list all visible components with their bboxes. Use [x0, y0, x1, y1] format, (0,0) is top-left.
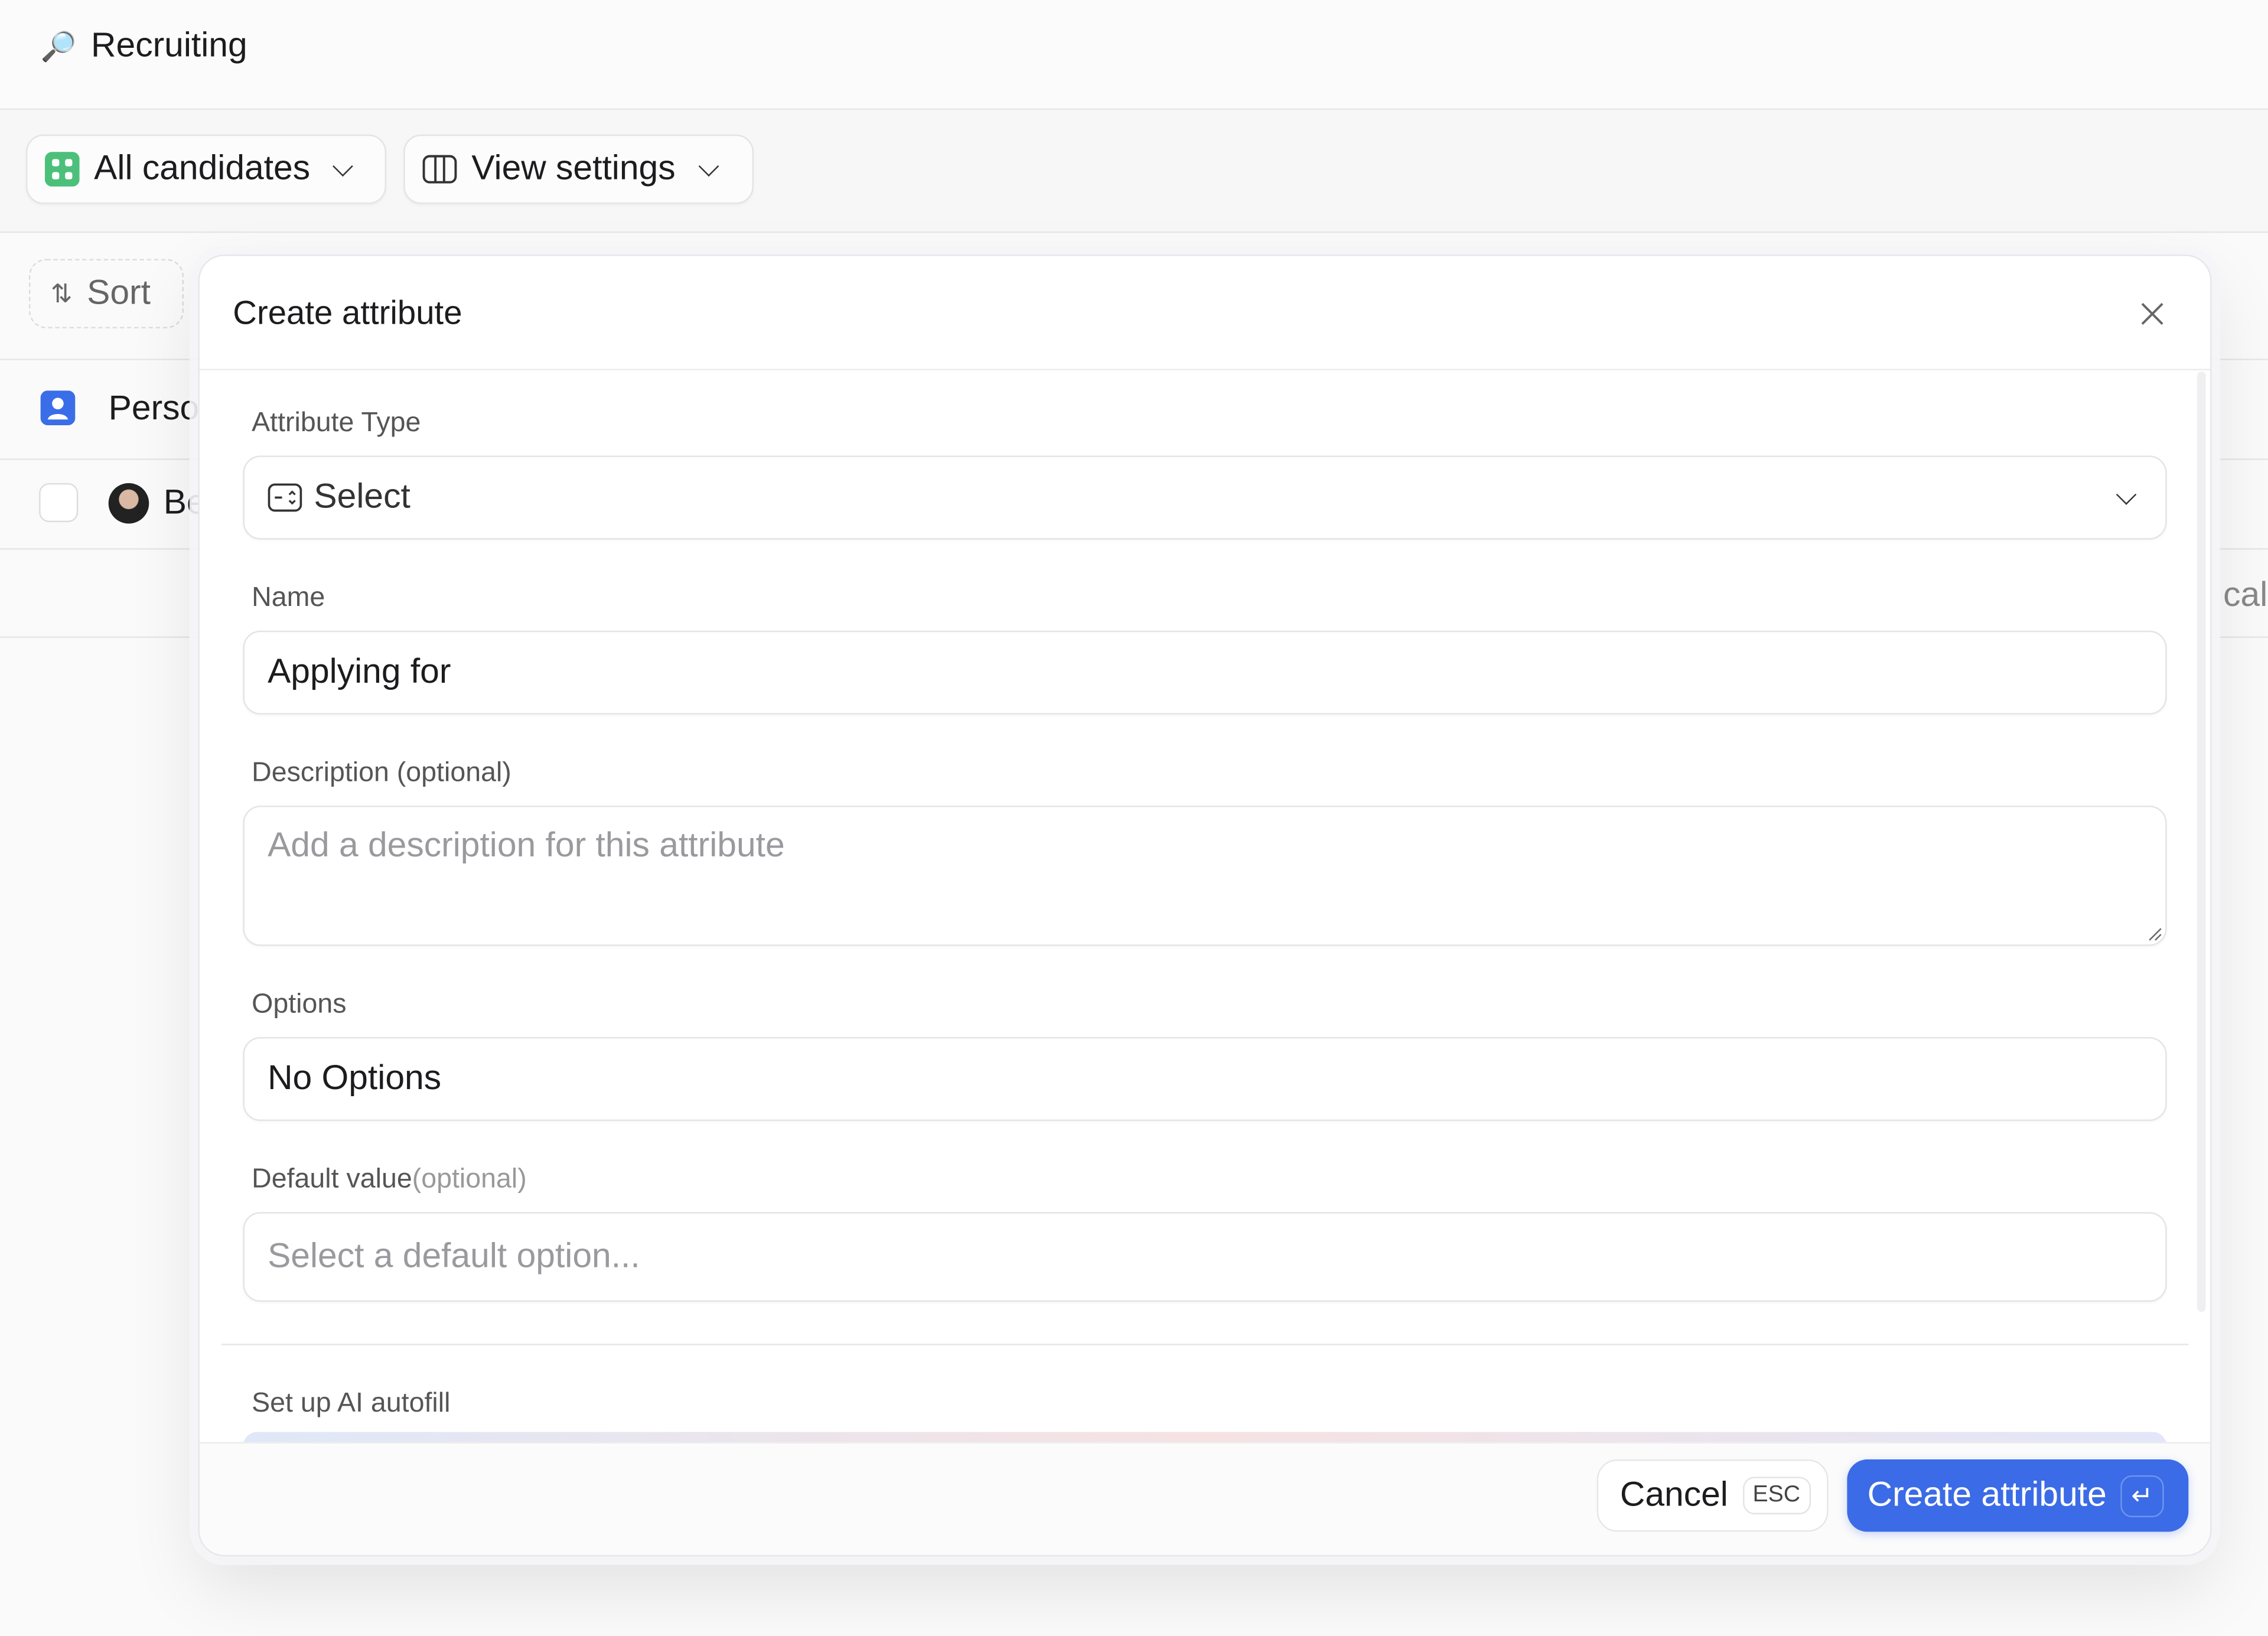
options-field[interactable]: No Options: [243, 1037, 2167, 1121]
row-checkbox[interactable]: [39, 483, 79, 523]
close-icon[interactable]: [2138, 299, 2167, 328]
sort-icon: ⇅: [50, 278, 73, 308]
view-settings-button[interactable]: View settings: [403, 134, 754, 204]
default-value-label: Default value(optional): [252, 1164, 527, 1196]
magnifier-icon: 🔎: [40, 31, 77, 63]
page-title-text: Recruiting: [91, 26, 247, 66]
resize-handle-icon[interactable]: [2145, 924, 2162, 941]
attribute-type-value: Select: [314, 477, 410, 517]
chevron-down-icon: [2116, 484, 2137, 504]
create-label: Create attribute: [1867, 1475, 2107, 1515]
view-settings-label: View settings: [471, 149, 676, 188]
default-placeholder: Select a default option...: [268, 1236, 640, 1276]
attribute-type-select[interactable]: Select: [243, 455, 2167, 540]
chevron-down-icon: [698, 155, 719, 176]
person-icon: [40, 390, 76, 426]
avatar: [108, 483, 149, 524]
group-label: Perso: [108, 389, 200, 428]
attribute-type-label: Attribute Type: [252, 408, 421, 439]
create-attribute-dialog: Create attribute Attribute Type Select N…: [198, 255, 2212, 1557]
options-value: No Options: [268, 1058, 442, 1098]
default-value-select[interactable]: Select a default option...: [243, 1212, 2167, 1302]
grid-icon: [44, 152, 80, 187]
columns-icon: [422, 155, 457, 184]
description-label: Description (optional): [252, 758, 511, 788]
page-title: 🔎 Recruiting: [41, 26, 247, 67]
enter-key-icon: ↵: [2121, 1474, 2163, 1517]
cancel-label: Cancel: [1619, 1475, 1728, 1515]
create-attribute-button[interactable]: Create attribute ↵: [1847, 1459, 2189, 1532]
sort-button[interactable]: ⇅ Sort: [28, 259, 184, 328]
view-selector[interactable]: All candidates: [26, 134, 386, 204]
description-textarea[interactable]: Add a description for this attribute: [243, 806, 2167, 946]
name-value: Applying for: [268, 652, 451, 692]
scrollbar[interactable]: [2197, 371, 2206, 1312]
background-text: cal: [2223, 575, 2268, 615]
view-label: All candidates: [94, 149, 311, 188]
default-label-text: Default value: [252, 1164, 412, 1195]
sort-label: Sort: [87, 273, 151, 312]
ai-autofill-label: Set up AI autofill: [252, 1389, 451, 1419]
esc-key-hint: ESC: [1742, 1477, 1811, 1515]
name-label: Name: [252, 582, 325, 614]
optional-hint: (optional): [412, 1164, 527, 1195]
divider: [221, 1344, 2189, 1345]
dialog-title: Create attribute: [233, 294, 462, 331]
chevron-down-icon: [333, 155, 354, 176]
description-placeholder: Add a description for this attribute: [268, 826, 785, 865]
cancel-button[interactable]: Cancel ESC: [1596, 1459, 1829, 1532]
select-type-icon: [268, 483, 302, 512]
name-input[interactable]: Applying for: [243, 630, 2167, 715]
top-bar: [0, 0, 2268, 110]
dialog-header: [199, 256, 2211, 370]
options-label: Options: [252, 989, 347, 1020]
